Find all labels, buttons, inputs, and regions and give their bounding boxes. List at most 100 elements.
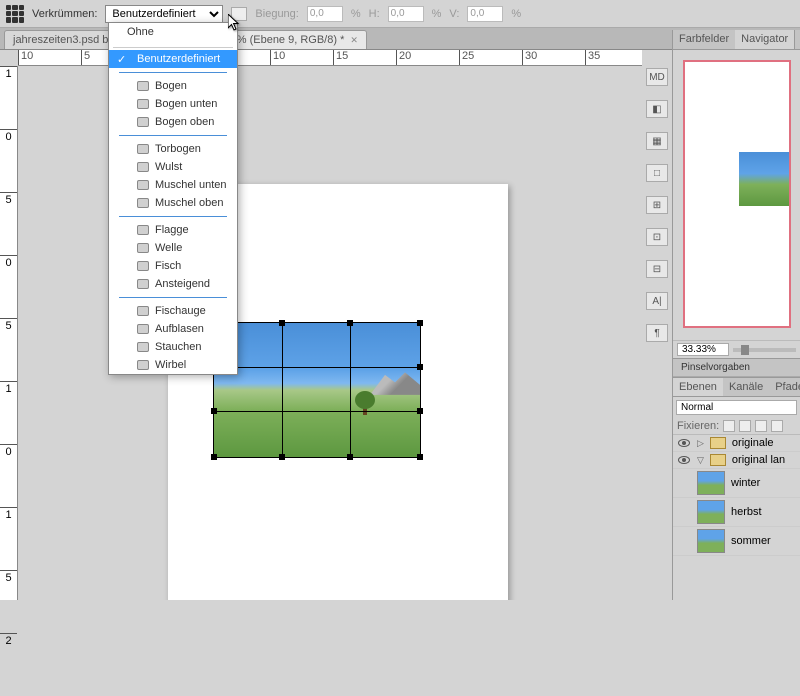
visibility-toggle[interactable] <box>677 477 691 489</box>
warp-shape-icon <box>137 225 149 235</box>
dropdown-item[interactable]: Fisch <box>109 257 237 275</box>
bend-field[interactable]: 0,0 <box>307 6 343 22</box>
dropdown-item[interactable]: Torbogen <box>109 140 237 158</box>
dropdown-item[interactable]: Wulst <box>109 158 237 176</box>
side-tool-button[interactable]: A| <box>646 292 668 310</box>
layer-row[interactable]: ▽ original lan <box>673 452 800 469</box>
warp-shape-icon <box>137 198 149 208</box>
cursor-icon <box>228 14 242 32</box>
visibility-toggle[interactable] <box>677 437 691 449</box>
lock-transparency-icon[interactable] <box>723 420 735 432</box>
zoom-controls: 33.33% <box>673 340 800 358</box>
lock-all-icon[interactable] <box>771 420 783 432</box>
dropdown-item[interactable]: Wirbel <box>109 356 237 374</box>
side-tool-button[interactable]: MD <box>646 68 668 86</box>
h-label: H: <box>369 8 380 20</box>
side-toolbar: MD ◧ ▦ □ ⊞ ⊡ ⊟ A| ¶ <box>642 50 672 360</box>
visibility-toggle[interactable] <box>677 535 691 547</box>
side-tool-button[interactable]: ▦ <box>646 132 668 150</box>
warp-dropdown[interactable]: Benutzerdefiniert <box>105 5 223 23</box>
warp-label: Verkrümmen: <box>32 8 97 20</box>
dropdown-item[interactable]: Muschel unten <box>109 176 237 194</box>
warp-shape-icon <box>137 261 149 271</box>
warp-shape-icon <box>137 306 149 316</box>
side-tool-button[interactable]: ⊞ <box>646 196 668 214</box>
warp-dropdown-menu: Ohne Benutzerdefiniert BogenBogen untenB… <box>108 22 238 375</box>
tab-pfade[interactable]: Pfade <box>769 378 800 396</box>
side-tool-button[interactable]: ⊡ <box>646 228 668 246</box>
layer-name[interactable]: herbst <box>731 506 762 518</box>
zoom-value[interactable]: 33.33% <box>677 343 729 356</box>
folder-icon <box>710 454 726 466</box>
side-tool-button[interactable]: ◧ <box>646 100 668 118</box>
warp-shape-icon <box>137 243 149 253</box>
navigator-tabs: Farbfelder Navigator <box>673 30 800 50</box>
layer-thumbnail <box>697 471 725 495</box>
layer-name[interactable]: sommer <box>731 535 771 547</box>
layer-name[interactable]: winter <box>731 477 760 489</box>
tab-ebenen[interactable]: Ebenen <box>673 378 723 396</box>
warp-shape-icon <box>137 99 149 109</box>
warp-shape-icon <box>137 324 149 334</box>
ruler-vertical[interactable]: 1050510152 <box>0 66 18 600</box>
navigator-preview[interactable] <box>673 50 800 340</box>
layer-row[interactable]: herbst <box>673 498 800 527</box>
tab-kanaele[interactable]: Kanäle <box>723 378 769 396</box>
dropdown-item[interactable]: Welle <box>109 239 237 257</box>
expand-arrow-icon[interactable]: ▷ <box>697 438 704 449</box>
dropdown-item[interactable]: Fischauge <box>109 302 237 320</box>
transform-box[interactable] <box>213 322 421 458</box>
v-field[interactable]: 0,0 <box>467 6 503 22</box>
visibility-toggle[interactable] <box>677 506 691 518</box>
layer-row[interactable]: sommer <box>673 527 800 556</box>
dropdown-item[interactable]: Ansteigend <box>109 275 237 293</box>
dropdown-item[interactable]: Bogen oben <box>109 113 237 131</box>
expand-arrow-icon[interactable]: ▽ <box>697 455 704 466</box>
warp-shape-icon <box>137 117 149 127</box>
warp-shape-icon <box>137 360 149 370</box>
grid-icon[interactable] <box>6 5 24 23</box>
side-tool-button[interactable]: □ <box>646 164 668 182</box>
blend-mode-select[interactable]: Normal <box>676 400 797 415</box>
v-label: V: <box>449 8 459 20</box>
lock-pixels-icon[interactable] <box>739 420 751 432</box>
layer-thumbnail <box>697 500 725 524</box>
dropdown-item[interactable]: Bogen <box>109 77 237 95</box>
warp-shape-icon <box>137 162 149 172</box>
dropdown-item[interactable]: Stauchen <box>109 338 237 356</box>
lock-position-icon[interactable] <box>755 420 767 432</box>
landscape-image <box>214 323 420 457</box>
visibility-toggle[interactable] <box>677 454 691 466</box>
right-panel: Farbfelder Navigator 33.33% Pinselvorgab… <box>672 30 800 600</box>
side-tool-button[interactable]: ⊟ <box>646 260 668 278</box>
lock-row: Fixieren: <box>673 418 800 435</box>
panel-pinselvorgaben[interactable]: Pinselvorgaben <box>673 359 800 377</box>
eye-icon <box>678 439 690 447</box>
layer-name[interactable]: originale <box>732 437 774 449</box>
layers-tabs: Ebenen Kanäle Pfade <box>673 378 800 397</box>
layer-row[interactable]: winter <box>673 469 800 498</box>
bend-label: Biegung: <box>255 8 298 20</box>
layer-thumbnail <box>697 529 725 553</box>
dropdown-item[interactable]: Bogen unten <box>109 95 237 113</box>
warp-shape-icon <box>137 180 149 190</box>
eye-icon <box>678 456 690 464</box>
side-tool-button[interactable]: ¶ <box>646 324 668 342</box>
dropdown-item-ohne[interactable]: Ohne <box>109 23 237 41</box>
dropdown-item[interactable]: Aufblasen <box>109 320 237 338</box>
folder-icon <box>710 437 726 449</box>
layer-name[interactable]: original lan <box>732 454 785 466</box>
dropdown-item-benutzerdefiniert[interactable]: Benutzerdefiniert <box>109 50 237 68</box>
warp-shape-icon <box>137 144 149 154</box>
warp-shape-icon <box>137 279 149 289</box>
h-field[interactable]: 0,0 <box>388 6 424 22</box>
layer-row[interactable]: ▷ originale <box>673 435 800 452</box>
zoom-slider[interactable] <box>733 348 796 352</box>
tab-farbfelder[interactable]: Farbfelder <box>673 30 735 49</box>
dropdown-item[interactable]: Flagge <box>109 221 237 239</box>
warp-shape-icon <box>137 81 149 91</box>
close-icon[interactable]: ✕ <box>350 35 358 46</box>
warp-shape-icon <box>137 342 149 352</box>
dropdown-item[interactable]: Muschel oben <box>109 194 237 212</box>
tab-navigator[interactable]: Navigator <box>735 30 795 49</box>
